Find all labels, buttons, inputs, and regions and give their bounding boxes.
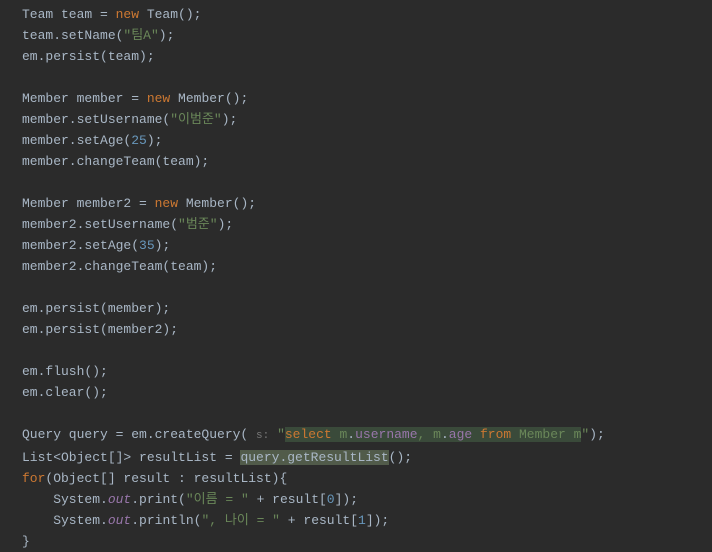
code-line: Member member = new Member();: [22, 91, 248, 106]
code-line: System.out.println(", 나이 = " + result[1]…: [22, 513, 389, 528]
code-line: Team team = new Team();: [22, 7, 201, 22]
code-line: Query query = em.createQuery( s: "select…: [22, 427, 605, 442]
code-line: em.persist(member);: [22, 301, 170, 316]
code-line: team.setName("팀A");: [22, 28, 174, 43]
code-line: member.setUsername("이범준");: [22, 112, 237, 127]
code-line: Member member2 = new Member();: [22, 196, 256, 211]
code-line: member2.changeTeam(team);: [22, 259, 217, 274]
code-line: em.persist(team);: [22, 49, 155, 64]
code-line: em.clear();: [22, 385, 108, 400]
code-editor[interactable]: Team team = new Team(); team.setName("팀A…: [0, 0, 712, 552]
code-line: }: [22, 534, 30, 549]
param-hint: s:: [256, 430, 269, 442]
code-line: for(Object[] result : resultList){: [22, 471, 287, 486]
code-line: List<Object[]> resultList = query.getRes…: [22, 450, 412, 465]
code-line: member.setAge(25);: [22, 133, 162, 148]
code-line: member2.setUsername("범준");: [22, 217, 233, 232]
code-line: em.persist(member2);: [22, 322, 178, 337]
code-line: member.changeTeam(team);: [22, 154, 209, 169]
code-line: em.flush();: [22, 364, 108, 379]
code-line: member2.setAge(35);: [22, 238, 170, 253]
code-line: System.out.print("이름 = " + result[0]);: [22, 492, 358, 507]
highlighted-call: query.getResultList: [240, 450, 388, 465]
